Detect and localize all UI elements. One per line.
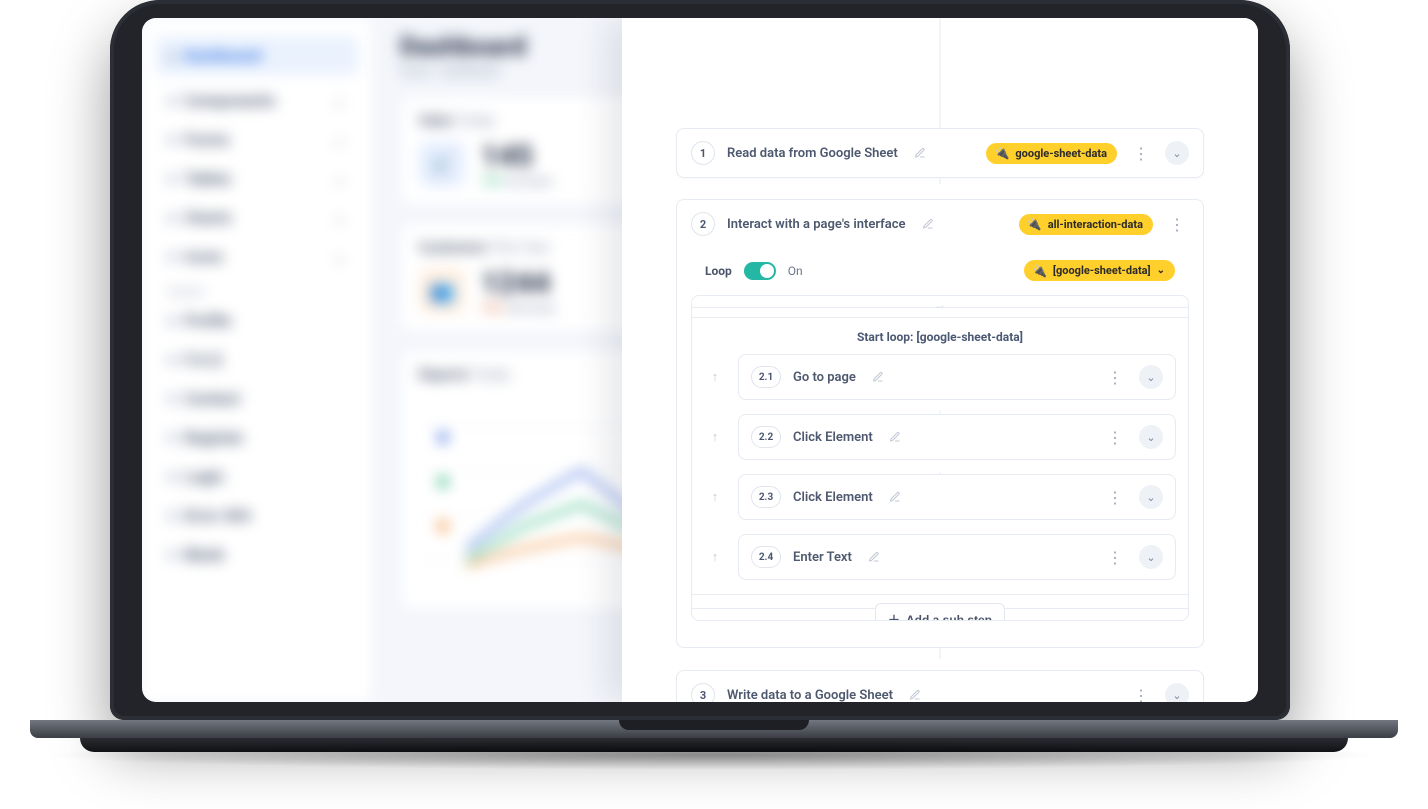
expand-button[interactable]: ⌄ (1139, 425, 1163, 449)
loop-source-pill[interactable]: 🔌[google-sheet-data] ⌄ (1024, 260, 1175, 281)
loop-toggle[interactable] (744, 262, 776, 280)
kebab-menu[interactable]: ⋮ (1129, 683, 1153, 702)
data-tag-pill[interactable]: 🔌all-interaction-data (1019, 214, 1153, 235)
expand-button[interactable]: ⌄ (1139, 485, 1163, 509)
step-title: Interact with a page's interface (727, 217, 906, 232)
edit-icon[interactable] (914, 144, 926, 163)
substep-title: Go to page (793, 370, 856, 385)
kebab-menu[interactable]: ⋮ (1103, 365, 1127, 389)
loop-headline: Start loop: [google-sheet-data] (692, 318, 1188, 354)
substep-row: ↑ 2.1 Go to page ⋮ ⌄ (704, 354, 1176, 400)
laptop-base (0, 720, 1428, 740)
kebab-menu[interactable]: ⋮ (1103, 545, 1127, 569)
step-title: Read data from Google Sheet (727, 146, 898, 161)
substep-number: 2.2 (751, 426, 781, 448)
plug-icon: 🔌 (1032, 265, 1047, 277)
loop-label: Loop (705, 264, 732, 278)
bg-sidebar-active: Dashboard (156, 36, 358, 75)
plug-icon: 🔌 (994, 147, 1009, 159)
move-up-button[interactable]: ↑ (704, 369, 726, 385)
step-card-2: 2 Interact with a page's interface 🔌all-… (676, 199, 1204, 648)
edit-icon[interactable] (872, 368, 884, 387)
move-up-button[interactable]: ↑ (704, 429, 726, 445)
plus-icon: ＋ (888, 611, 900, 621)
substep-number: 2.3 (751, 486, 781, 508)
substep-card[interactable]: 2.1 Go to page ⋮ ⌄ (738, 354, 1176, 400)
plug-icon: 🔌 (1027, 218, 1042, 230)
edit-icon[interactable] (868, 548, 880, 567)
expand-button[interactable]: ⌄ (1139, 545, 1163, 569)
chevron-down-icon: ⌄ (1157, 265, 1165, 276)
substep-row: ↑ 2.2 Click Element ⋮ ⌄ (704, 414, 1176, 460)
substep-card[interactable]: 2.2 Click Element ⋮ ⌄ (738, 414, 1176, 460)
step-number: 3 (691, 683, 715, 702)
kebab-menu[interactable]: ⋮ (1103, 425, 1127, 449)
kebab-menu[interactable]: ⋮ (1165, 212, 1189, 236)
step-title: Write data to a Google Sheet (727, 688, 893, 703)
edit-icon[interactable] (889, 428, 901, 447)
screen: Dashboard Components⌄ Forms⌄ Tables⌄ Cha… (142, 18, 1258, 702)
substep-title: Click Element (793, 490, 873, 505)
substep-number: 2.1 (751, 366, 781, 388)
substep-row: ↑ 2.3 Click Element ⋮ ⌄ (704, 474, 1176, 520)
edit-icon[interactable] (889, 488, 901, 507)
move-up-button[interactable]: ↑ (704, 489, 726, 505)
substep-row: ↑ 2.4 Enter Text ⋮ ⌄ (704, 534, 1176, 580)
expand-button[interactable]: ⌄ (1165, 141, 1189, 165)
loop-container: → Start loop: [google-sheet-data] ↑ (691, 295, 1189, 621)
move-up-button[interactable]: ↑ (704, 549, 726, 565)
arrow-right-icon: → (934, 298, 946, 312)
step-card-1[interactable]: 1 Read data from Google Sheet 🔌google-sh… (676, 128, 1204, 178)
kebab-menu[interactable]: ⋮ (1103, 485, 1127, 509)
laptop-frame: Dashboard Components⌄ Forms⌄ Tables⌄ Cha… (110, 0, 1290, 720)
step-header[interactable]: 2 Interact with a page's interface 🔌all-… (677, 200, 1203, 248)
substep-number: 2.4 (751, 546, 781, 568)
substep-card[interactable]: 2.4 Enter Text ⋮ ⌄ (738, 534, 1176, 580)
edit-icon[interactable] (922, 215, 934, 234)
loop-row: Loop On 🔌[google-sheet-data] ⌄ (691, 248, 1189, 285)
kebab-menu[interactable]: ⋮ (1129, 141, 1153, 165)
step-card-3[interactable]: 3 Write data to a Google Sheet ⋮ ⌄ (676, 670, 1204, 702)
step-number: 1 (691, 141, 715, 165)
expand-button[interactable]: ⌄ (1139, 365, 1163, 389)
edit-icon[interactable] (909, 686, 921, 703)
step-number: 2 (691, 212, 715, 236)
add-substep-button[interactable]: ＋Add a sub step (875, 603, 1005, 621)
substep-card[interactable]: 2.3 Click Element ⋮ ⌄ (738, 474, 1176, 520)
workflow-panel: 1 Read data from Google Sheet 🔌google-sh… (622, 18, 1258, 702)
bg-sidebar: Dashboard Components⌄ Forms⌄ Tables⌄ Cha… (142, 18, 372, 702)
connector-line (940, 18, 941, 128)
loop-state: On (788, 264, 803, 278)
substep-title: Enter Text (793, 550, 852, 565)
data-tag-pill[interactable]: 🔌google-sheet-data (986, 143, 1117, 164)
expand-button[interactable]: ⌄ (1165, 683, 1189, 702)
substep-title: Click Element (793, 430, 873, 445)
